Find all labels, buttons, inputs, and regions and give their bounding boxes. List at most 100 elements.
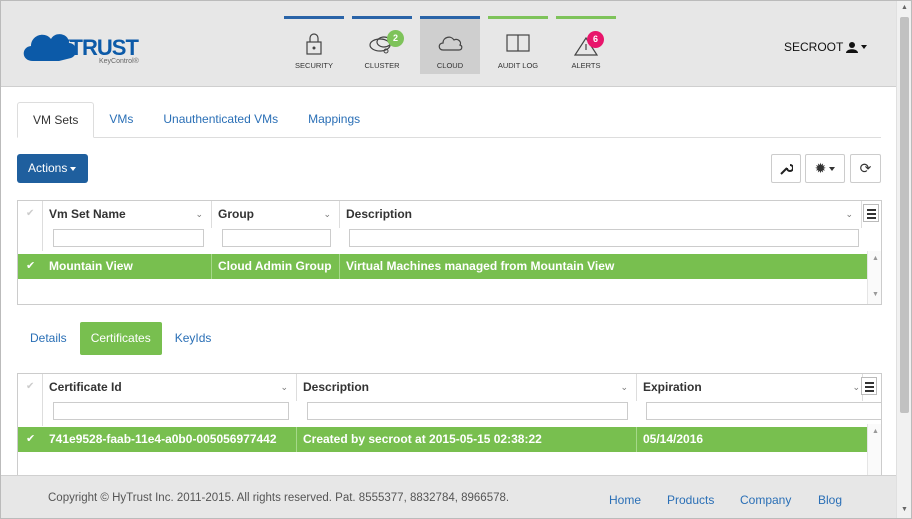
check-icon: ✔ bbox=[26, 381, 35, 392]
gear-icon: ✹ bbox=[814, 160, 827, 176]
top-header: HYTRUST KeyControl® SECURITY 2 CLUSTER C… bbox=[1, 1, 897, 87]
cluster-badge: 2 bbox=[387, 30, 404, 47]
check-icon: ✔ bbox=[26, 208, 35, 219]
nav-security-label: SECURITY bbox=[295, 61, 333, 70]
footer-link-company[interactable]: Company bbox=[740, 493, 791, 507]
scrollbar-thumb[interactable] bbox=[900, 17, 909, 413]
column-header-label: Vm Set Name bbox=[49, 207, 126, 221]
user-menu[interactable]: SECROOT bbox=[784, 40, 868, 54]
scroll-up-icon: ▲ bbox=[872, 428, 879, 435]
scroll-down-icon: ▼ bbox=[901, 506, 908, 513]
scroll-up-icon: ▲ bbox=[872, 255, 879, 262]
column-header-label: Expiration bbox=[643, 380, 702, 394]
grid-scrollbar[interactable]: ▲ ▼ bbox=[867, 251, 881, 304]
chevron-down-icon: ⌄ bbox=[620, 382, 628, 392]
main-nav: SECURITY 2 CLUSTER CLOUD AUDIT LOG 6 ALE… bbox=[284, 16, 624, 74]
nav-cluster-label: CLUSTER bbox=[364, 61, 400, 70]
main-tabs: VM Sets VMs Unauthenticated VMs Mappings bbox=[17, 102, 881, 138]
refresh-button[interactable]: ⟳ bbox=[850, 154, 881, 183]
chevron-down-icon: ⌄ bbox=[280, 382, 288, 392]
book-icon bbox=[506, 34, 530, 52]
filter-description[interactable] bbox=[349, 229, 859, 247]
select-all-column[interactable]: ✔ bbox=[18, 374, 43, 426]
tab-certificates[interactable]: Certificates bbox=[79, 322, 162, 355]
scroll-up-icon: ▲ bbox=[901, 4, 908, 11]
chevron-down-icon bbox=[70, 166, 77, 171]
column-header-expiration[interactable]: Expiration ⌄ bbox=[637, 374, 863, 401]
chevron-down-icon: ⌄ bbox=[323, 209, 331, 219]
gear-dropdown-button[interactable]: ✹ bbox=[805, 154, 845, 183]
grid-scrollbar[interactable]: ▲ bbox=[867, 424, 881, 475]
column-header-description[interactable]: Description ⌄ bbox=[340, 201, 862, 228]
nav-cloud-label: CLOUD bbox=[436, 61, 464, 70]
column-header-group[interactable]: Group ⌄ bbox=[212, 201, 340, 228]
chevron-down-icon: ⌄ bbox=[195, 209, 203, 219]
tab-details[interactable]: Details bbox=[19, 322, 78, 355]
page-footer: Copyright © HyTrust Inc. 2011-2015. All … bbox=[1, 475, 897, 518]
nav-security[interactable]: SECURITY bbox=[284, 16, 344, 74]
nav-cluster[interactable]: 2 CLUSTER bbox=[352, 16, 412, 74]
check-icon: ✔ bbox=[26, 433, 36, 445]
table-row[interactable]: ✔ Mountain View Cloud Admin Group Virtua… bbox=[18, 254, 867, 279]
column-header-certificate-id[interactable]: Certificate Id ⌄ bbox=[43, 374, 297, 401]
chevron-down-icon: ⌄ bbox=[852, 382, 860, 392]
copyright-text: Copyright © HyTrust Inc. 2011-2015. All … bbox=[48, 492, 510, 504]
settings-wrench-button[interactable] bbox=[771, 154, 801, 183]
wrench-icon bbox=[780, 163, 793, 175]
user-icon bbox=[846, 42, 859, 53]
scroll-down-icon: ▼ bbox=[872, 291, 879, 298]
select-all-column[interactable]: ✔ bbox=[18, 201, 43, 251]
app-window: HYTRUST KeyControl® SECURITY 2 CLUSTER C… bbox=[0, 0, 912, 519]
check-icon: ✔ bbox=[26, 260, 36, 272]
column-header-label: Description bbox=[303, 380, 370, 394]
tab-unauthenticated-vms[interactable]: Unauthenticated VMs bbox=[148, 102, 293, 137]
cell-expiration: 05/14/2016 bbox=[643, 432, 704, 446]
column-header-description[interactable]: Description ⌄ bbox=[297, 374, 637, 401]
grid-menu-icon[interactable] bbox=[861, 377, 877, 395]
cell-group: Cloud Admin Group bbox=[212, 254, 340, 279]
filter-vm-set-name[interactable] bbox=[53, 229, 204, 247]
cell-vm-set-name: Mountain View bbox=[43, 254, 212, 279]
tab-vm-sets[interactable]: VM Sets bbox=[17, 102, 95, 138]
refresh-icon: ⟳ bbox=[859, 160, 872, 176]
filter-certificate-id[interactable] bbox=[53, 402, 289, 420]
nav-alerts-label: ALERTS bbox=[571, 61, 601, 70]
nav-audit-log-label: AUDIT LOG bbox=[497, 61, 539, 70]
filter-expiration[interactable] bbox=[646, 402, 881, 420]
actions-label: Actions bbox=[28, 161, 68, 175]
chevron-down-icon bbox=[829, 166, 836, 171]
grid-menu-icon[interactable] bbox=[863, 204, 879, 222]
nav-audit-log[interactable]: AUDIT LOG bbox=[488, 16, 548, 74]
filter-description[interactable] bbox=[307, 402, 628, 420]
nav-alerts[interactable]: 6 ALERTS bbox=[556, 16, 616, 74]
tab-keyids[interactable]: KeyIds bbox=[164, 322, 223, 355]
chevron-down-icon bbox=[861, 45, 868, 49]
vm-sets-grid: ✔ Vm Set Name ⌄ Group ⌄ Description ⌄ ✔ Mou… bbox=[17, 200, 882, 305]
column-header-label: Group bbox=[218, 207, 254, 221]
actions-button[interactable]: Actions bbox=[17, 154, 88, 183]
footer-link-home[interactable]: Home bbox=[609, 493, 641, 507]
brand-subtitle: KeyControl® bbox=[99, 58, 139, 65]
column-header-vm-set-name[interactable]: Vm Set Name ⌄ bbox=[43, 201, 212, 228]
page-scrollbar[interactable]: ▲ ▼ bbox=[896, 1, 911, 518]
alerts-badge: 6 bbox=[587, 31, 604, 48]
detail-tabs: Details Certificates KeyIds bbox=[19, 322, 224, 355]
cell-description: Virtual Machines managed from Mountain V… bbox=[346, 259, 615, 273]
cell-description: Created by secroot at 2015-05-15 02:38:2… bbox=[297, 427, 637, 452]
lock-icon bbox=[306, 33, 322, 55]
table-row[interactable]: ✔ 741e9528-faab-11e4-a0b0-005056977442 C… bbox=[18, 427, 867, 452]
cloud-icon bbox=[438, 36, 463, 51]
column-header-label: Description bbox=[346, 207, 413, 221]
hytrust-logo[interactable]: HYTRUST KeyControl® bbox=[19, 25, 149, 69]
tab-vms[interactable]: VMs bbox=[94, 102, 148, 137]
certificates-grid: ✔ Certificate Id ⌄ Description ⌄ Expiratio… bbox=[17, 373, 882, 475]
user-name: SECROOT bbox=[784, 40, 844, 54]
footer-link-products[interactable]: Products bbox=[667, 493, 714, 507]
nav-cloud[interactable]: CLOUD bbox=[420, 16, 480, 74]
cell-certificate-id: 741e9528-faab-11e4-a0b0-005056977442 bbox=[43, 427, 297, 452]
column-header-label: Certificate Id bbox=[49, 380, 122, 394]
tab-mappings[interactable]: Mappings bbox=[293, 102, 375, 137]
footer-link-blog[interactable]: Blog bbox=[818, 493, 842, 507]
filter-group[interactable] bbox=[222, 229, 331, 247]
chevron-down-icon: ⌄ bbox=[845, 209, 853, 219]
